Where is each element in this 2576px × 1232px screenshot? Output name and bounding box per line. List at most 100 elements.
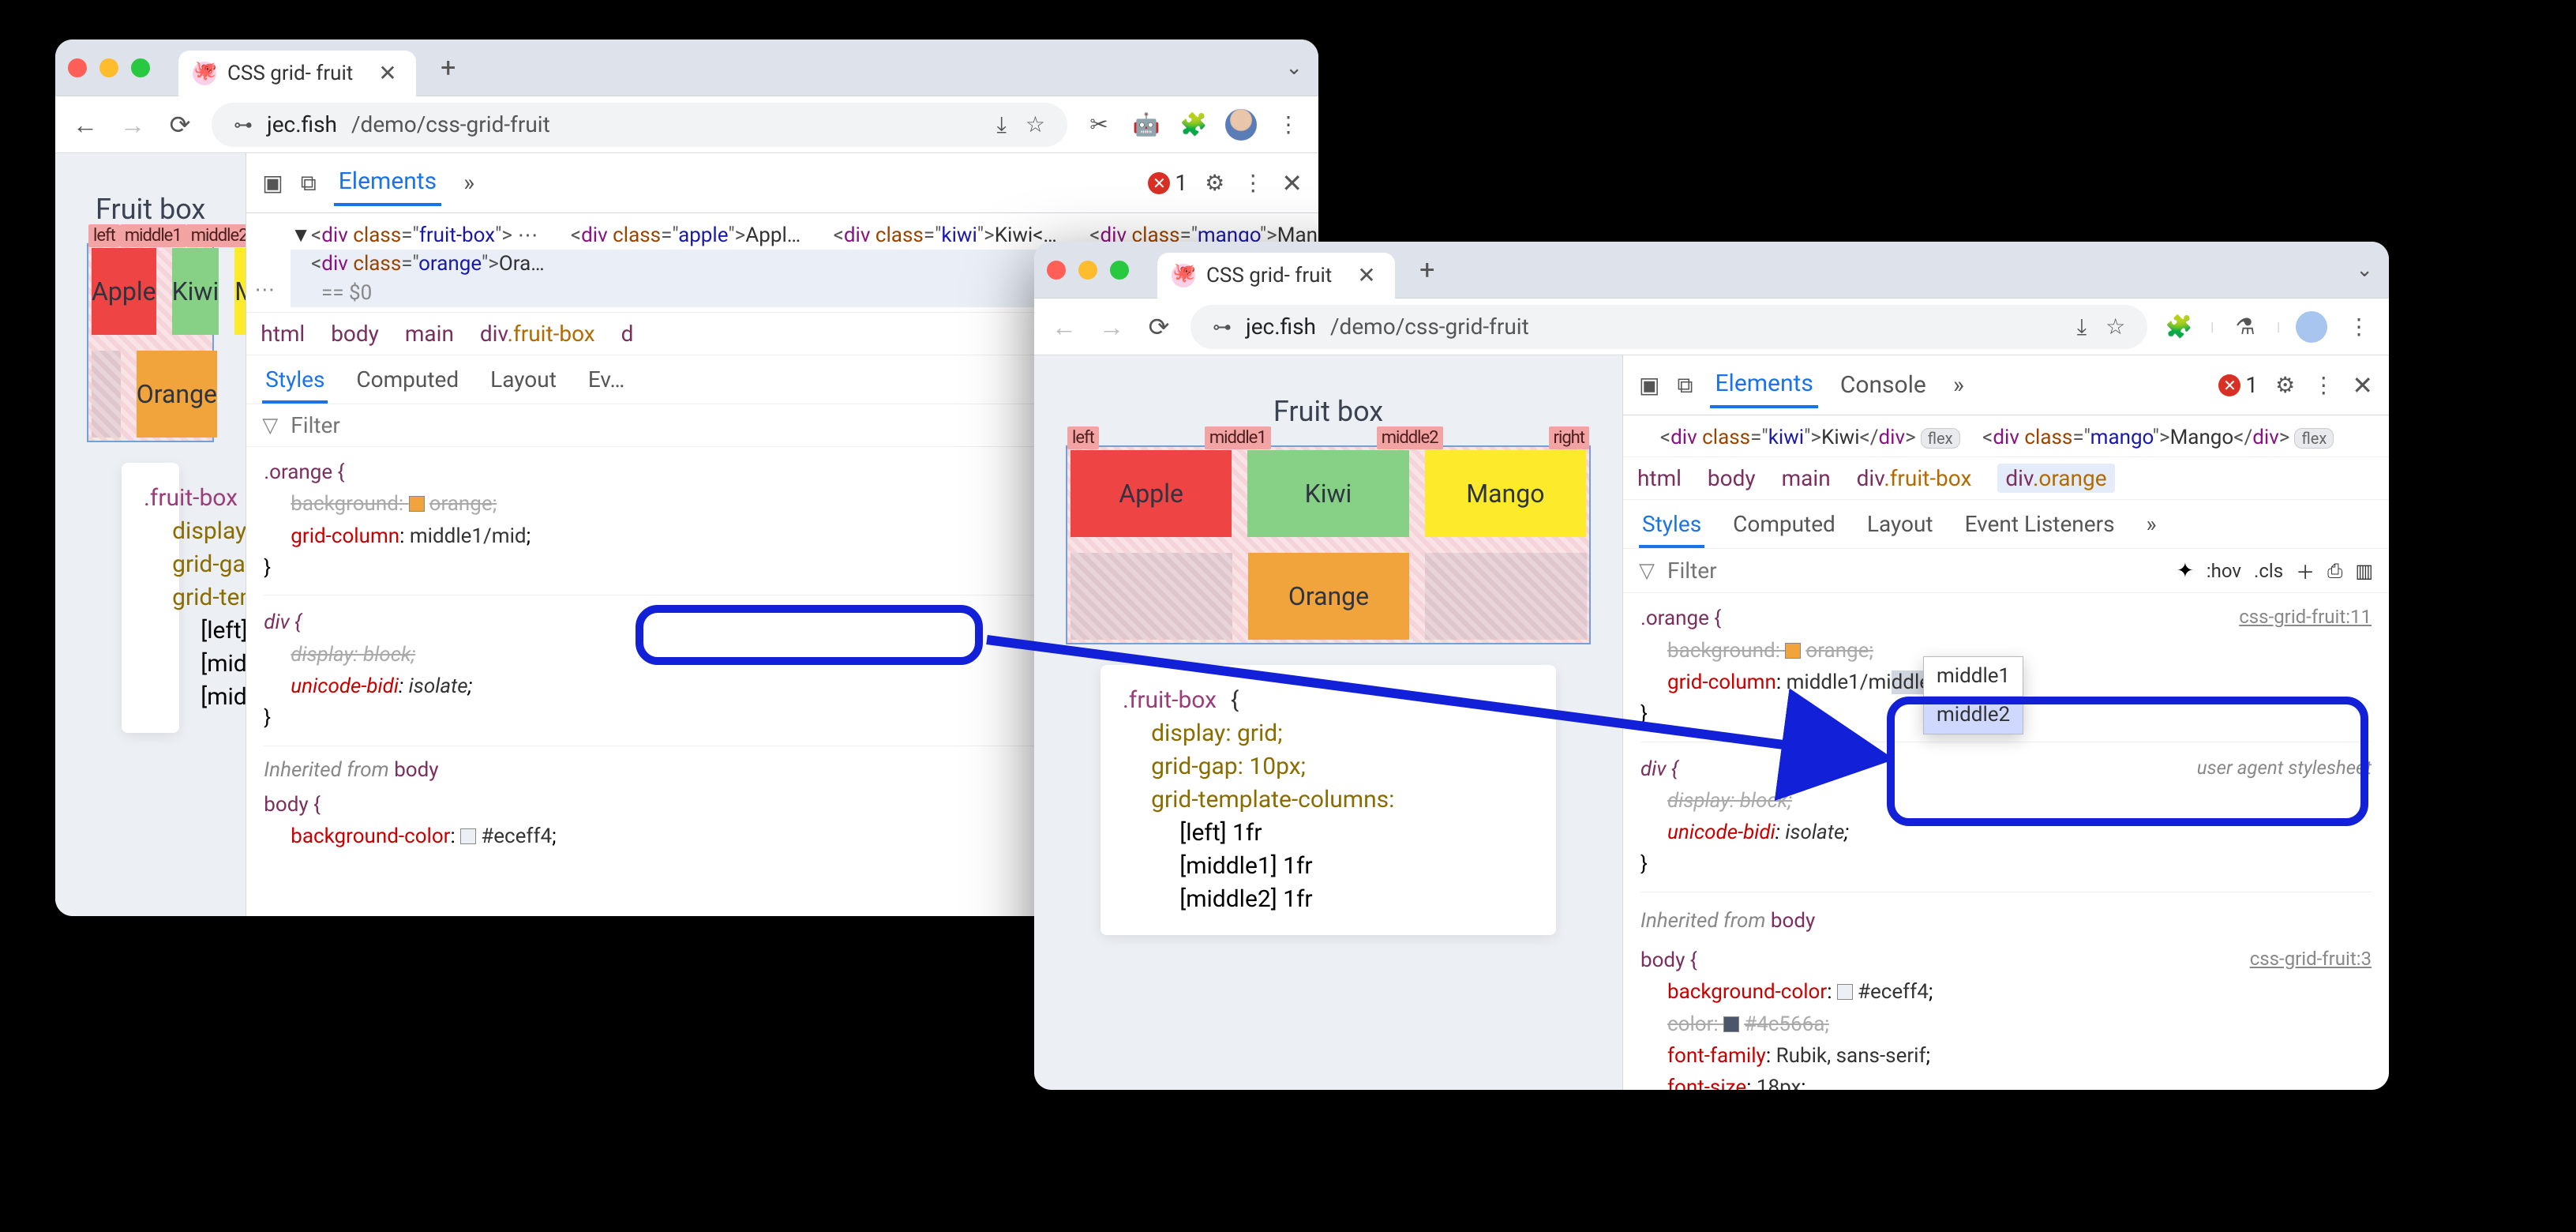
toggle-icon[interactable]: ⎙ bbox=[2327, 560, 2342, 582]
install-icon[interactable]: ⤓ bbox=[997, 111, 1007, 138]
panel-icon[interactable]: ▥ bbox=[2355, 560, 2373, 582]
crumb[interactable]: main bbox=[1782, 465, 1831, 491]
crumb[interactable]: div.orange bbox=[1997, 464, 2114, 493]
minimize-window-button[interactable] bbox=[99, 58, 118, 77]
url-input[interactable]: ⊶ jec.fish/demo/css-grid-fruit ⤓ ☆ bbox=[1191, 305, 2147, 349]
tab-elements[interactable]: Elements bbox=[334, 160, 441, 206]
source-link[interactable]: css-grid-fruit:11 bbox=[2239, 603, 2372, 632]
subtab-computed[interactable]: Computed bbox=[353, 355, 462, 404]
minimize-window-button[interactable] bbox=[1078, 261, 1097, 280]
styles-rules[interactable]: .orange { css-grid-fruit:11 background: … bbox=[1623, 593, 2389, 1090]
subtab-more[interactable]: » bbox=[2143, 500, 2160, 548]
tab-more[interactable]: » bbox=[459, 161, 479, 205]
elements-tree[interactable]: <div class="kiwi">Kiwi</div>flex <div cl… bbox=[1623, 415, 2389, 457]
device-mode-icon[interactable]: ⧉ bbox=[1677, 372, 1693, 399]
extensions-icon[interactable]: 🧩 bbox=[2163, 314, 2195, 340]
bookmark-icon[interactable]: ☆ bbox=[2105, 314, 2125, 340]
tabs-menu-icon[interactable]: ⌄ bbox=[1285, 56, 1303, 80]
settings-icon[interactable]: ⚙ bbox=[1205, 170, 1224, 196]
close-window-button[interactable] bbox=[1047, 261, 1066, 280]
kebab-menu-icon[interactable]: ⋮ bbox=[1273, 111, 1304, 137]
hov-toggle[interactable]: :hov bbox=[2207, 560, 2241, 582]
bookmark-icon[interactable]: ☆ bbox=[1026, 111, 1045, 138]
filter-icon: ▽ bbox=[1639, 559, 1655, 583]
zoom-window-button[interactable] bbox=[1110, 261, 1129, 280]
crumb[interactable]: html bbox=[1637, 465, 1682, 491]
address-bar: ← → ⟳ ⊶ jec.fish/demo/css-grid-fruit ⤓ ☆… bbox=[1034, 299, 2389, 355]
settings-icon[interactable]: ⚙ bbox=[2275, 372, 2295, 398]
url-host: jec.fish bbox=[1246, 314, 1316, 340]
forward-button: → bbox=[117, 110, 148, 140]
crumb[interactable]: body bbox=[331, 321, 379, 347]
tab-elements[interactable]: Elements bbox=[1710, 362, 1817, 408]
profile-avatar[interactable] bbox=[1225, 109, 1257, 141]
reload-button[interactable]: ⟳ bbox=[164, 110, 196, 140]
tab-title: CSS grid- fruit bbox=[227, 62, 353, 85]
kebab-menu-icon[interactable]: ⋮ bbox=[2343, 314, 2375, 340]
browser-tab[interactable]: CSS grid- fruit ✕ bbox=[178, 51, 416, 96]
close-devtools-icon[interactable]: ✕ bbox=[2352, 370, 2373, 400]
grid-cell-apple: Apple bbox=[92, 248, 156, 335]
grid-overlay: left middle1 middle2 right Apple Kiwi Ma… bbox=[87, 243, 214, 442]
kebab-icon[interactable]: ⋮ bbox=[1242, 170, 1264, 196]
robot-icon[interactable]: 🤖 bbox=[1131, 111, 1162, 137]
subtab-computed[interactable]: Computed bbox=[1730, 500, 1839, 548]
tab-more[interactable]: » bbox=[1948, 363, 1969, 407]
autocomplete-option[interactable]: middle1 bbox=[1924, 657, 2023, 695]
close-tab-icon[interactable]: ✕ bbox=[378, 60, 396, 86]
subtab-events[interactable]: Event Listeners bbox=[1962, 500, 2118, 548]
subtab-more[interactable]: Ev… bbox=[585, 355, 628, 404]
autocomplete-option[interactable]: middle2 bbox=[1924, 696, 2023, 734]
zoom-window-button[interactable] bbox=[131, 58, 150, 77]
extensions-icon[interactable]: 🧩 bbox=[1178, 111, 1209, 137]
install-icon[interactable]: ⤓ bbox=[2077, 314, 2087, 340]
grid-cell-orange: Orange bbox=[1248, 553, 1410, 640]
site-info-icon[interactable]: ⊶ bbox=[1213, 316, 1232, 338]
grid-cell-empty bbox=[92, 351, 121, 438]
crumb[interactable]: div.fruit-box bbox=[1857, 465, 1972, 491]
scissors-icon[interactable]: ✂ bbox=[1083, 111, 1115, 137]
cls-toggle[interactable]: .cls bbox=[2254, 560, 2283, 582]
new-rule-icon[interactable]: ＋ bbox=[2296, 557, 2315, 584]
crumb[interactable]: d bbox=[621, 321, 634, 347]
breadcrumbs[interactable]: html body main div.fruit-box div.orange bbox=[1623, 457, 2389, 500]
ellipsis-icon[interactable]: ⋯ bbox=[254, 276, 276, 304]
source-link[interactable]: css-grid-fruit:3 bbox=[2250, 945, 2372, 974]
new-tab-button[interactable]: + bbox=[426, 45, 471, 91]
tab-console[interactable]: Console bbox=[1835, 363, 1931, 407]
labs-icon[interactable]: ⚗ bbox=[2229, 314, 2261, 340]
window-controls bbox=[68, 58, 150, 77]
error-badge[interactable]: ✕1 bbox=[2218, 372, 2258, 398]
close-window-button[interactable] bbox=[68, 58, 87, 77]
close-devtools-icon[interactable]: ✕ bbox=[1281, 168, 1303, 198]
page-viewport: Fruit box left middle1 middle2 right App… bbox=[1034, 355, 1622, 1090]
profile-avatar[interactable] bbox=[2296, 311, 2327, 343]
site-info-icon[interactable]: ⊶ bbox=[234, 114, 253, 136]
ai-icon[interactable]: ✦ bbox=[2177, 559, 2194, 583]
url-input[interactable]: ⊶ jec.fish/demo/css-grid-fruit ⤓ ☆ bbox=[212, 103, 1067, 147]
styles-filter-input[interactable] bbox=[1667, 558, 2164, 584]
inspect-icon[interactable]: ▣ bbox=[1639, 372, 1659, 398]
subtab-layout[interactable]: Layout bbox=[487, 355, 560, 404]
reload-button[interactable]: ⟳ bbox=[1143, 312, 1175, 342]
subtab-layout[interactable]: Layout bbox=[1864, 500, 1937, 548]
crumb[interactable]: html bbox=[261, 321, 305, 347]
back-button[interactable]: ← bbox=[69, 110, 101, 140]
favicon-icon bbox=[1172, 264, 1195, 287]
device-mode-icon[interactable]: ⧉ bbox=[301, 170, 317, 197]
subtab-styles[interactable]: Styles bbox=[1639, 500, 1704, 548]
crumb[interactable]: div.fruit-box bbox=[480, 321, 595, 347]
tabs-menu-icon[interactable]: ⌄ bbox=[2356, 258, 2373, 282]
crumb[interactable]: main bbox=[405, 321, 454, 347]
inspect-icon[interactable]: ▣ bbox=[262, 170, 283, 196]
kebab-icon[interactable]: ⋮ bbox=[2312, 372, 2334, 398]
page-title: Fruit box bbox=[1074, 395, 1583, 428]
new-tab-button[interactable]: + bbox=[1404, 247, 1450, 293]
subtab-styles[interactable]: Styles bbox=[262, 355, 328, 404]
crumb[interactable]: body bbox=[1708, 465, 1756, 491]
grid-cell-kiwi: Kiwi bbox=[1247, 450, 1408, 537]
close-tab-icon[interactable]: ✕ bbox=[1357, 262, 1375, 288]
error-badge[interactable]: ✕1 bbox=[1148, 170, 1187, 196]
autocomplete-popup[interactable]: middle1 middle2 bbox=[1923, 656, 2023, 734]
browser-tab[interactable]: CSS grid- fruit ✕ bbox=[1157, 253, 1395, 299]
